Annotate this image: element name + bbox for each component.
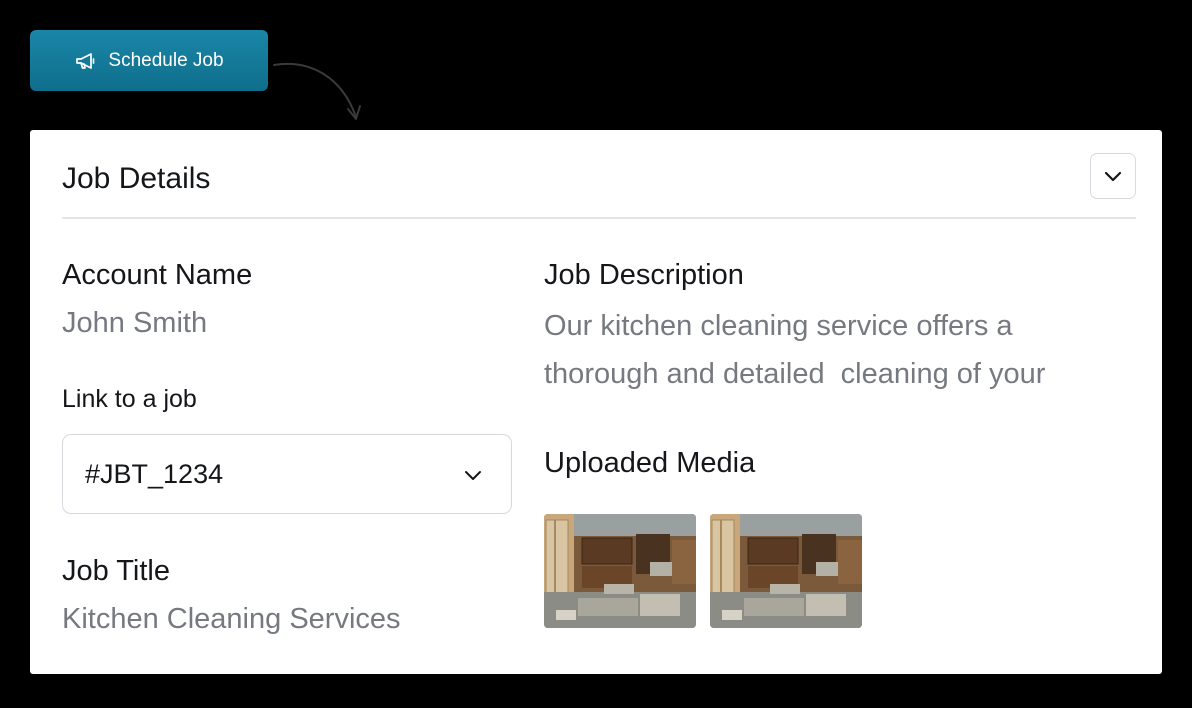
job-description-text: Our kitchen cleaning service offers a th… bbox=[544, 302, 1134, 398]
chevron-down-icon bbox=[1104, 171, 1122, 182]
job-title-label: Job Title bbox=[62, 555, 170, 587]
chevron-down-icon bbox=[465, 471, 481, 480]
job-description-line-1: Our kitchen cleaning service offers a bbox=[544, 310, 1013, 342]
account-name-label: Account Name bbox=[62, 259, 253, 291]
card-header: Job Details bbox=[62, 130, 1136, 219]
collapse-button[interactable] bbox=[1090, 153, 1136, 199]
card-title: Job Details bbox=[62, 162, 211, 195]
media-thumbnail[interactable] bbox=[544, 514, 696, 628]
link-job-selected-value: #JBT_1234 bbox=[85, 459, 224, 489]
megaphone-icon bbox=[74, 49, 98, 73]
account-name-value: John Smith bbox=[62, 307, 208, 339]
job-description-line-2: thorough and detailed cleaning of your bbox=[544, 358, 1046, 390]
link-job-label: Link to a job bbox=[62, 385, 197, 413]
schedule-job-button[interactable]: Schedule Job bbox=[30, 30, 268, 91]
kitchen-photo-image bbox=[710, 514, 862, 628]
job-description-label: Job Description bbox=[544, 259, 744, 291]
media-thumbnail[interactable] bbox=[710, 514, 862, 628]
job-details-card: Job Details Account Name John Smith Link… bbox=[30, 130, 1162, 674]
pointer-arrow-icon bbox=[273, 62, 361, 120]
schedule-job-label: Schedule Job bbox=[108, 49, 224, 71]
link-job-select[interactable]: #JBT_1234 bbox=[62, 434, 512, 514]
job-title-value: Kitchen Cleaning Services bbox=[62, 603, 401, 635]
uploaded-media-label: Uploaded Media bbox=[544, 447, 756, 479]
kitchen-photo-image bbox=[544, 514, 696, 628]
